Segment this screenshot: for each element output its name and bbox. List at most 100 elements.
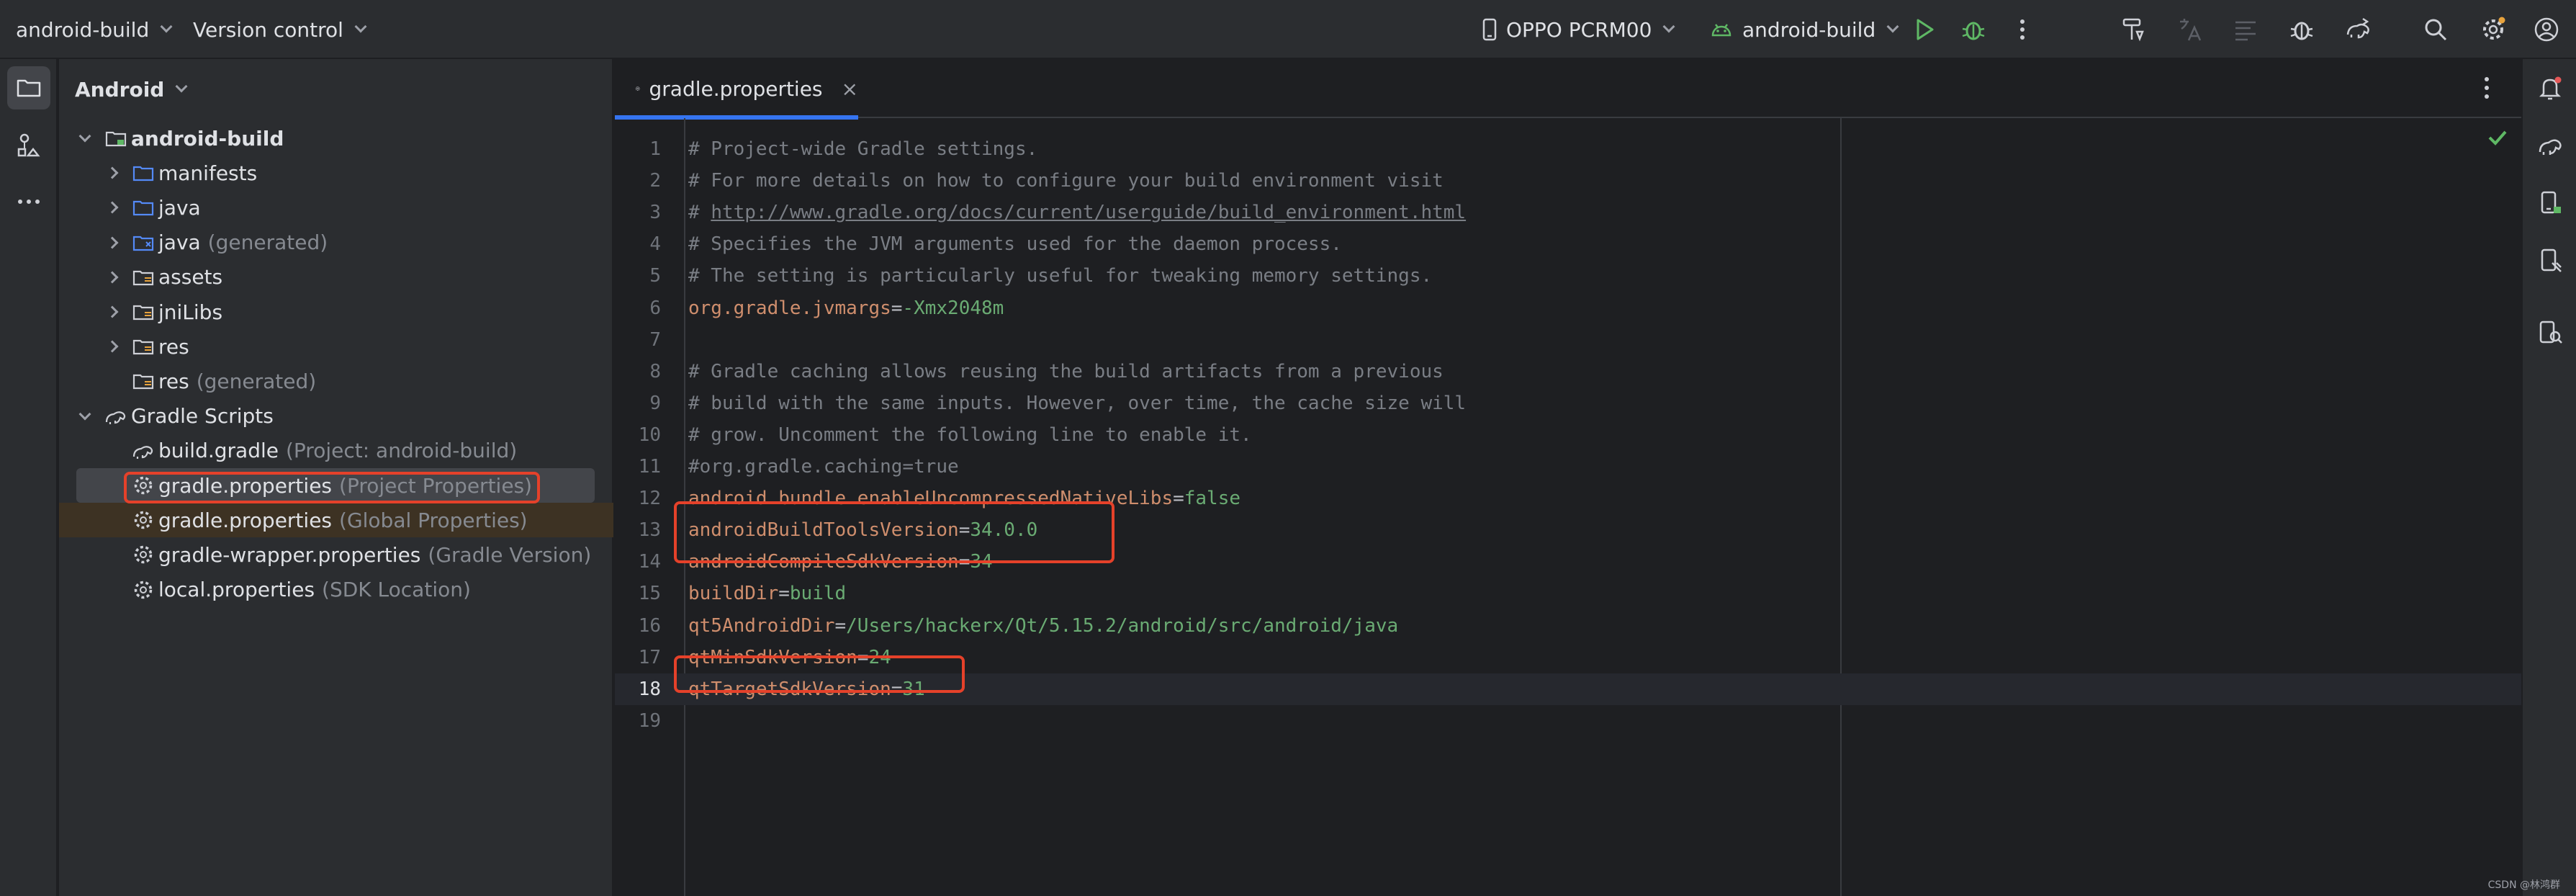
project-view-selector[interactable]: Android bbox=[75, 75, 188, 104]
tree-item-label: local.properties (SDK Location) bbox=[158, 578, 471, 602]
tree-item[interactable]: res (generated) bbox=[59, 364, 613, 398]
tree-item[interactable]: gradle.properties (Global Properties) bbox=[59, 503, 613, 538]
notifications-button[interactable] bbox=[2531, 69, 2569, 107]
search-button[interactable] bbox=[2419, 13, 2452, 46]
code-line[interactable]: 10 # grow. Uncomment the following line t… bbox=[615, 419, 2521, 451]
code-line[interactable]: 4 # Specifies the JVM arguments used for … bbox=[615, 228, 2521, 260]
code-token: #org.gradle.caching=true bbox=[688, 456, 959, 478]
more-actions-button[interactable] bbox=[2006, 13, 2039, 46]
vcs-menu[interactable]: Version control bbox=[193, 0, 367, 59]
code-line[interactable]: 3 # http://www.gradle.org/docs/current/us… bbox=[615, 197, 2521, 228]
tree-item-label: res (generated) bbox=[158, 369, 317, 393]
build-variants-button[interactable] bbox=[2117, 13, 2150, 46]
device-explorer-button[interactable] bbox=[2531, 314, 2569, 351]
project-view-label: Android bbox=[75, 77, 165, 102]
chevron-right-icon[interactable] bbox=[106, 340, 119, 353]
tree-item[interactable]: java bbox=[59, 190, 613, 225]
tree-item[interactable]: android-build bbox=[59, 121, 613, 156]
gradle-tool-button[interactable] bbox=[2531, 127, 2569, 164]
tree-item-hint: (Gradle Version) bbox=[428, 542, 592, 567]
debug-button[interactable] bbox=[1957, 13, 1990, 46]
run-button[interactable] bbox=[1908, 13, 1941, 46]
code-line[interactable]: 1 # Project-wide Gradle settings. bbox=[615, 133, 2521, 165]
device-selector[interactable]: OPPO PCRM00 bbox=[1482, 0, 1675, 59]
code-text: #org.gradle.caching=true bbox=[688, 456, 959, 478]
user-icon bbox=[2534, 17, 2559, 42]
code-text: org.gradle.jvmargs=-Xmx2048m bbox=[688, 297, 1004, 319]
folder-generated-icon bbox=[131, 230, 156, 255]
attach-debugger-button[interactable] bbox=[2285, 13, 2318, 46]
device-label: OPPO PCRM00 bbox=[1506, 17, 1652, 42]
settings-button[interactable] bbox=[2477, 13, 2510, 46]
tree-item[interactable]: Gradle Scripts bbox=[59, 399, 613, 434]
code-line[interactable]: 16 qt5AndroidDir=/Users/hackerx/Qt/5.15.2… bbox=[615, 610, 2521, 642]
code-line[interactable]: 8 # Gradle caching allows reusing the bui… bbox=[615, 356, 2521, 387]
gear-icon bbox=[131, 542, 156, 567]
project-switcher[interactable]: android-build bbox=[16, 0, 173, 59]
run-config-label: android-build bbox=[1742, 17, 1876, 42]
more-tools-button[interactable] bbox=[7, 180, 50, 223]
close-icon[interactable]: × bbox=[842, 77, 858, 101]
code-line[interactable]: 9 # build with the same inputs. However, … bbox=[615, 387, 2521, 419]
chevron-down-icon[interactable] bbox=[78, 130, 91, 143]
tab-actions-button[interactable] bbox=[2472, 73, 2501, 102]
tree-item-label: java (generated) bbox=[158, 230, 328, 255]
project-tool-button[interactable] bbox=[7, 66, 50, 109]
gear-icon bbox=[635, 86, 640, 91]
tree-item[interactable]: res bbox=[59, 329, 613, 364]
code-line[interactable]: 2 # For more details on how to configure … bbox=[615, 165, 2521, 197]
code-line[interactable]: 15 buildDir=build bbox=[615, 578, 2521, 609]
tree-item-label: java bbox=[158, 195, 201, 220]
device-manager-icon bbox=[2541, 191, 2561, 214]
translate-button[interactable] bbox=[2173, 13, 2206, 46]
device-manager-button[interactable] bbox=[2531, 184, 2569, 222]
tab-label: gradle.properties bbox=[649, 76, 823, 101]
chevron-right-icon[interactable] bbox=[106, 201, 119, 214]
resource-folder-icon bbox=[131, 369, 156, 393]
format-button[interactable] bbox=[2229, 13, 2262, 46]
folder-icon bbox=[131, 161, 156, 185]
tree-item-label: build.gradle (Project: android-build) bbox=[158, 439, 518, 463]
running-devices-button[interactable] bbox=[2531, 242, 2569, 279]
code-line[interactable]: 7 bbox=[615, 324, 2521, 356]
tree-item[interactable]: local.properties (SDK Location) bbox=[59, 573, 613, 607]
code-line[interactable]: 11 #org.gradle.caching=true bbox=[615, 451, 2521, 483]
highlight-box-sdk-versions bbox=[674, 501, 1114, 563]
watermark: CSDN @林鸿群 bbox=[2487, 879, 2560, 891]
code-text: # Specifies the JVM arguments used for t… bbox=[688, 233, 1342, 255]
tree-item[interactable]: assets bbox=[59, 260, 613, 295]
code-line[interactable]: 19 bbox=[615, 705, 2521, 737]
tab-gradle-properties[interactable]: gradle.properties × bbox=[615, 59, 858, 120]
tree-item[interactable]: gradle-wrapper.properties (Gradle Version… bbox=[59, 537, 613, 572]
tree-item[interactable]: manifests bbox=[59, 156, 613, 190]
right-tool-strip bbox=[2521, 59, 2576, 896]
vcs-label: Version control bbox=[193, 17, 343, 42]
line-number: 1 bbox=[649, 138, 661, 160]
code-line[interactable]: 5 # The setting is particularly useful fo… bbox=[615, 260, 2521, 292]
chevron-right-icon[interactable] bbox=[106, 271, 119, 284]
chevron-right-icon[interactable] bbox=[106, 166, 119, 179]
tree-item[interactable]: jniLibs bbox=[59, 295, 613, 329]
chevron-right-icon[interactable] bbox=[106, 236, 119, 249]
project-name: android-build bbox=[16, 17, 150, 42]
chevron-down-icon[interactable] bbox=[78, 408, 91, 421]
chevron-down-icon bbox=[175, 80, 188, 93]
run-config-selector[interactable]: android-build bbox=[1711, 0, 1899, 59]
tree-item[interactable]: java (generated) bbox=[59, 225, 613, 260]
chevron-right-icon[interactable] bbox=[106, 305, 119, 318]
search-icon bbox=[2425, 19, 2447, 41]
format-lines-icon bbox=[2235, 21, 2256, 41]
sync-gradle-button[interactable] bbox=[2341, 13, 2374, 46]
editor: gradle.properties × 1 # Project-wide Grad… bbox=[615, 59, 2521, 896]
structure-tool-button[interactable] bbox=[7, 124, 50, 167]
tree-item-label: Gradle Scripts bbox=[131, 404, 274, 429]
code-link[interactable]: http://www.gradle.org/docs/current/userg… bbox=[711, 202, 1466, 223]
code-token: = bbox=[834, 614, 847, 637]
play-icon bbox=[1917, 19, 1934, 40]
tree-item-hint: (generated) bbox=[196, 369, 317, 393]
code-line[interactable]: 6 org.gradle.jvmargs=-Xmx2048m bbox=[615, 292, 2521, 324]
tree-item[interactable]: build.gradle (Project: android-build) bbox=[59, 434, 613, 468]
line-number: 18 bbox=[638, 678, 661, 700]
account-button[interactable] bbox=[2530, 13, 2563, 46]
code-token: qt5AndroidDir bbox=[688, 614, 835, 637]
